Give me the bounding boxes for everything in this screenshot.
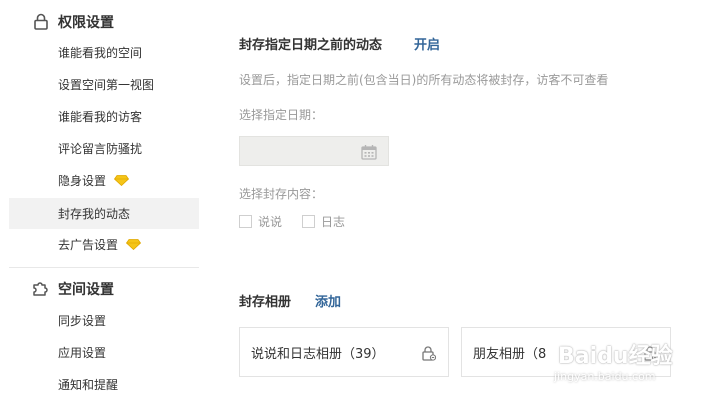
diamond-icon bbox=[126, 239, 142, 250]
sidebar-item-label: 谁能看我的空间 bbox=[58, 46, 143, 60]
sidebar-item-remove-ads[interactable]: 去广告设置 bbox=[9, 229, 199, 260]
sidebar-item-label: 同步设置 bbox=[58, 314, 107, 328]
sidebar-item-label: 应用设置 bbox=[58, 346, 107, 360]
enable-link[interactable]: 开启 bbox=[414, 34, 440, 53]
checkbox-box[interactable] bbox=[302, 215, 316, 228]
checkbox-blog[interactable]: 日志 bbox=[302, 213, 345, 230]
sidebar-item-anti-harassment[interactable]: 评论留言防骚扰 bbox=[9, 133, 199, 164]
section-header-permissions: 权限设置 bbox=[32, 10, 114, 34]
date-label: 选择指定日期： bbox=[239, 108, 324, 122]
checkbox-label: 说说 bbox=[258, 215, 283, 229]
sidebar-divider bbox=[9, 267, 199, 268]
add-album-link[interactable]: 添加 bbox=[315, 291, 341, 310]
content-label: 选择封存内容： bbox=[239, 187, 324, 201]
sidebar-item-label: 隐身设置 bbox=[58, 174, 107, 188]
sidebar-item-label: 封存我的动态 bbox=[58, 207, 131, 221]
calendar-icon[interactable] bbox=[361, 144, 377, 160]
sidebar-item-first-view[interactable]: 设置空间第一视图 bbox=[9, 69, 199, 100]
lock-icon bbox=[422, 346, 436, 361]
content-options: 说说 日志 bbox=[239, 213, 365, 230]
sidebar-item-notifications[interactable]: 通知和提醒 bbox=[9, 369, 199, 400]
sidebar-item-label: 通知和提醒 bbox=[58, 378, 119, 392]
sidebar-item-who-can-view-visitors[interactable]: 谁能看我的访客 bbox=[9, 101, 199, 132]
sidebar: 权限设置 谁能看我的空间 设置空间第一视图 谁能看我的访客 评论留言防骚扰 隐身… bbox=[0, 0, 200, 402]
sidebar-item-who-can-view-space[interactable]: 谁能看我的空间 bbox=[9, 37, 199, 68]
checkbox-box[interactable] bbox=[239, 215, 252, 228]
album-name: 说说和日志相册（39） bbox=[251, 346, 385, 362]
page-title: 封存指定日期之前的动态 bbox=[239, 38, 383, 53]
sidebar-item-label: 设置空间第一视图 bbox=[58, 78, 155, 92]
section-header-space-settings: 空间设置 bbox=[32, 277, 114, 301]
sidebar-item-label: 去广告设置 bbox=[58, 238, 119, 252]
lock-icon bbox=[644, 346, 658, 361]
album-card[interactable]: 说说和日志相册（39） bbox=[239, 327, 449, 377]
section-title: 权限设置 bbox=[58, 15, 114, 31]
lock-icon bbox=[34, 13, 48, 30]
sidebar-item-apps[interactable]: 应用设置 bbox=[9, 337, 199, 368]
sidebar-item-seal-posts[interactable]: 封存我的动态 bbox=[9, 198, 199, 229]
checkbox-shuoshuo[interactable]: 说说 bbox=[239, 213, 282, 230]
sidebar-item-sync[interactable]: 同步设置 bbox=[9, 305, 199, 336]
sidebar-item-invisible[interactable]: 隐身设置 bbox=[9, 165, 199, 196]
sidebar-item-label: 谁能看我的访客 bbox=[58, 110, 143, 124]
album-card[interactable]: 朋友相册（8 bbox=[461, 327, 671, 377]
diamond-icon bbox=[114, 175, 130, 186]
puzzle-icon bbox=[33, 282, 48, 296]
albums-title: 封存相册 bbox=[239, 295, 292, 310]
sidebar-item-label: 评论留言防骚扰 bbox=[58, 142, 143, 156]
main-panel: 封存指定日期之前的动态 开启 设置后，指定日期之前(包含当日)的所有动态将被封存… bbox=[239, 0, 721, 402]
album-name: 朋友相册（8 bbox=[473, 346, 547, 362]
section-title: 空间设置 bbox=[58, 282, 114, 298]
checkbox-label: 日志 bbox=[321, 215, 346, 229]
date-picker-field[interactable] bbox=[239, 136, 389, 166]
description-text: 设置后，指定日期之前(包含当日)的所有动态将被封存，访客不可查看 bbox=[239, 73, 609, 87]
